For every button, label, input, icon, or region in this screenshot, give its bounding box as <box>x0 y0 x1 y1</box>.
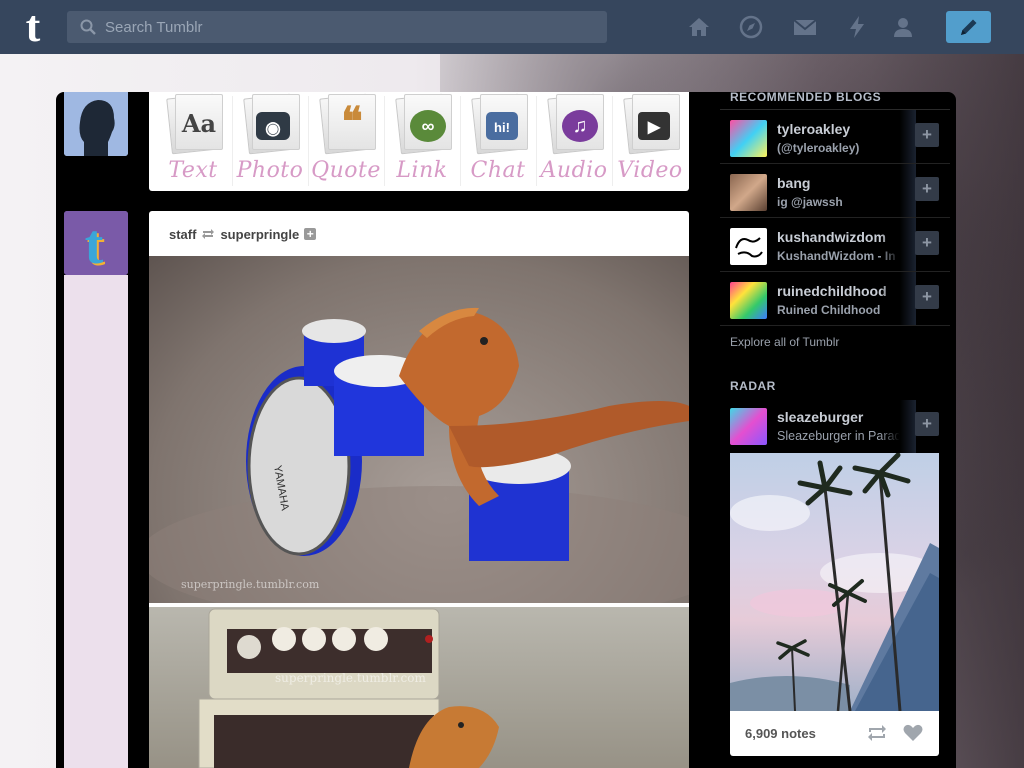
post-avatar-column <box>64 275 128 768</box>
post-type-link[interactable]: ∞ Link <box>384 92 460 191</box>
quote-icon: ❝ <box>341 100 363 144</box>
follow-button[interactable]: + <box>915 177 939 201</box>
compose-button[interactable] <box>946 11 991 43</box>
activity-icon[interactable] <box>845 15 869 39</box>
palm-trees-illustration <box>730 453 939 711</box>
svg-text:t: t <box>85 214 104 275</box>
reblog-icon <box>202 229 215 239</box>
tumblr-t-icon: t t <box>64 211 128 275</box>
post-type-label: Video <box>617 158 683 183</box>
film-icon: ▶ <box>638 112 670 140</box>
notes-count[interactable]: 6,909 notes <box>745 726 816 741</box>
recommended-blog-item[interactable]: kushandwizdom KushandWizdom - In + <box>720 218 950 272</box>
recommended-blogs-heading: RECOMMENDED BLOGS <box>730 90 882 104</box>
photo-watermark: superpringle.tumblr.com <box>181 578 320 591</box>
follow-button[interactable]: + <box>915 231 939 255</box>
radar-heading: RADAR <box>730 379 776 393</box>
blog-avatar[interactable] <box>730 408 767 445</box>
explore-icon[interactable] <box>739 15 763 39</box>
blog-avatar[interactable] <box>730 174 767 211</box>
silhouette-icon <box>64 92 128 156</box>
top-navigation-bar: t <box>0 0 1024 54</box>
blog-avatar[interactable] <box>730 120 767 157</box>
explore-link[interactable]: Explore all of Tumblr <box>730 335 839 349</box>
search-box[interactable] <box>67 11 607 43</box>
text-icon: Aa <box>181 109 217 138</box>
follow-plus-icon[interactable]: + <box>304 228 317 240</box>
user-avatar[interactable] <box>64 92 128 156</box>
lizard-amp-illustration <box>198 608 499 768</box>
post-type-audio[interactable]: ♫ Audio <box>536 92 612 191</box>
post-type-label: Text <box>168 158 218 183</box>
staff-avatar[interactable]: t t <box>64 211 128 275</box>
blog-name[interactable]: ruinedchildhood <box>777 283 887 299</box>
post-photo-drums[interactable]: YAMAHA superpringle.tumblr.com <box>149 256 689 603</box>
headphones-icon: ♫ <box>562 110 598 142</box>
blog-name[interactable]: tyleroakley <box>777 121 850 137</box>
camera-icon: ◉ <box>256 112 290 140</box>
like-heart-icon[interactable] <box>903 724 923 742</box>
post-type-selector: Aa Text ◉ Photo ❝ Quote ∞ Link hi! Chat … <box>149 92 689 191</box>
blog-avatar[interactable] <box>730 282 767 319</box>
tumblr-logo[interactable]: t <box>16 5 50 49</box>
post-type-photo[interactable]: ◉ Photo <box>232 92 308 191</box>
blog-name[interactable]: bang <box>777 175 810 191</box>
post-photo-amp[interactable]: superpringle.tumblr.com <box>149 607 689 768</box>
post-type-label: Audio <box>540 158 608 183</box>
reblogger-name[interactable]: staff <box>169 227 196 242</box>
script-logo-icon <box>735 237 763 258</box>
lizard-drummer-illustration: YAMAHA <box>149 307 689 603</box>
blog-name[interactable]: kushandwizdom <box>777 229 886 245</box>
home-icon[interactable] <box>687 15 711 39</box>
radar-blog-item[interactable]: sleazeburger Sleazeburger in Paradi + <box>720 400 950 453</box>
link-icon: ∞ <box>410 110 446 142</box>
pencil-icon <box>961 19 977 35</box>
chat-icon: hi! <box>486 112 518 140</box>
dashboard-post: staff superpringle + YAMAHA superpringle… <box>149 211 689 768</box>
recommended-blog-item[interactable]: tyleroakley (@tyleroakley) + <box>720 110 950 164</box>
search-icon <box>80 19 96 35</box>
inbox-icon[interactable] <box>793 15 817 39</box>
reblog-icon[interactable] <box>866 724 888 742</box>
post-header: staff superpringle + <box>169 225 317 243</box>
follow-button[interactable]: + <box>915 285 939 309</box>
post-type-label: Link <box>396 158 448 183</box>
right-sidebar: RECOMMENDED BLOGS tyleroakley (@tyleroak… <box>720 86 950 768</box>
post-type-chat[interactable]: hi! Chat <box>460 92 536 191</box>
post-type-label: Chat <box>470 158 526 183</box>
account-icon[interactable] <box>891 15 915 39</box>
follow-button[interactable]: + <box>915 412 939 436</box>
post-type-video[interactable]: ▶ Video <box>612 92 688 191</box>
post-type-quote[interactable]: ❝ Quote <box>308 92 384 191</box>
photo-watermark: superpringle.tumblr.com <box>275 671 426 685</box>
recommended-blog-item[interactable]: bang ig @jawssh + <box>720 164 950 218</box>
source-blog-name[interactable]: superpringle <box>220 227 299 242</box>
blog-name[interactable]: sleazeburger <box>777 409 863 425</box>
radar-post-footer: 6,909 notes <box>730 711 939 756</box>
post-type-label: Quote <box>311 158 381 183</box>
search-input[interactable] <box>105 11 595 43</box>
blog-avatar[interactable] <box>730 228 767 265</box>
follow-button[interactable]: + <box>915 123 939 147</box>
post-type-text[interactable]: Aa Text <box>155 92 231 191</box>
recommended-blog-item[interactable]: ruinedchildhood Ruined Childhood + <box>720 272 950 326</box>
post-type-label: Photo <box>236 158 304 183</box>
radar-post-photo[interactable] <box>730 453 939 711</box>
